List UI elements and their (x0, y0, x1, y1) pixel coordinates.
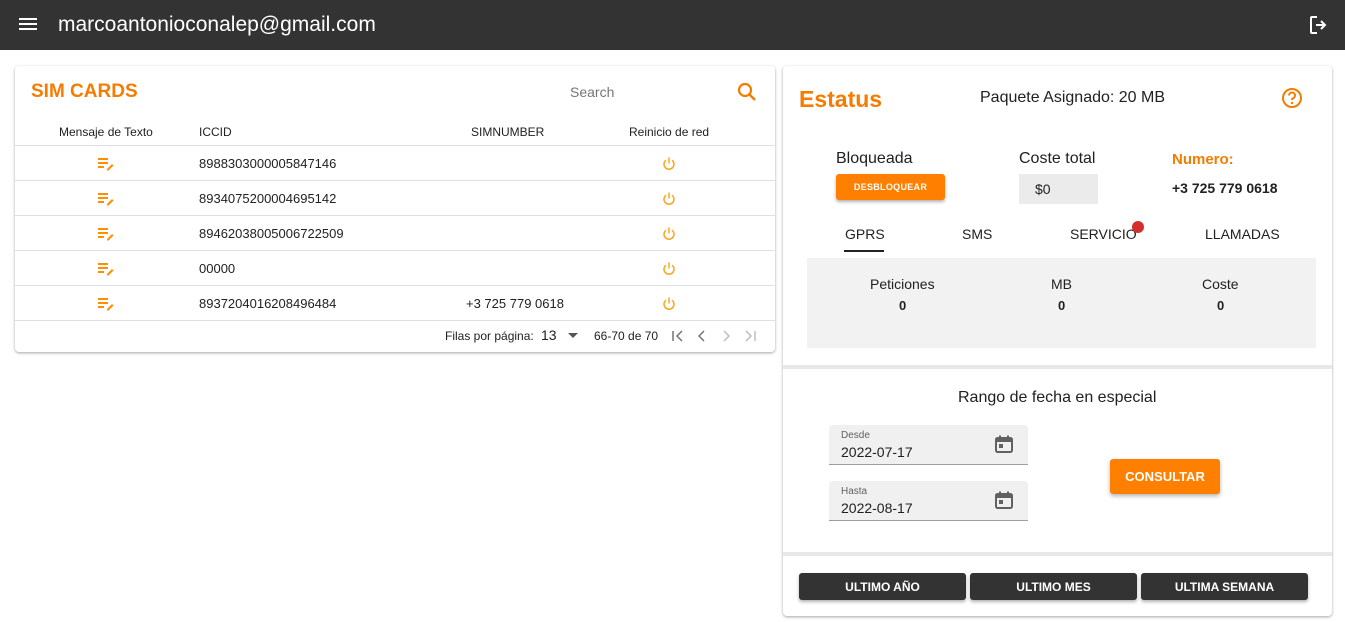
edit-note-icon[interactable] (98, 297, 114, 311)
total-cost-label: Coste total (1019, 150, 1096, 167)
unlock-button[interactable]: DESBLOQUEAR (836, 174, 945, 200)
to-date-input[interactable] (841, 499, 981, 517)
column-header-mensaje[interactable]: Mensaje de Texto (59, 125, 153, 139)
account-email: marcoantonioconalep@gmail.com (58, 13, 376, 36)
number-value: +3 725 779 0618 (1172, 180, 1278, 196)
rows-per-page-label: Filas por página: (445, 329, 534, 343)
stat-value-coste: 0 (1217, 298, 1225, 313)
edit-note-icon[interactable] (98, 227, 114, 241)
active-tab-indicator (844, 250, 884, 252)
iccid-cell: 00000 (199, 261, 236, 276)
last-week-button[interactable]: ULTIMA SEMANA (1141, 573, 1308, 600)
rows-per-page-value: 13 (541, 327, 557, 343)
sim-cards-title: SIM CARDS (31, 81, 138, 102)
from-date-label: Desde (841, 430, 870, 441)
first-page-icon[interactable] (670, 328, 686, 344)
section-divider (783, 552, 1332, 556)
edit-note-icon[interactable] (98, 192, 114, 206)
blocked-label: Bloqueada (836, 150, 913, 167)
tab-llamadas[interactable]: LLAMADAS (1205, 226, 1280, 242)
gprs-stats: Peticiones MB Coste 0 0 0 (807, 258, 1316, 348)
section-divider (783, 365, 1332, 369)
last-page-icon[interactable] (742, 328, 758, 344)
tab-servicio[interactable]: SERVICIO (1070, 226, 1137, 242)
power-reset-icon[interactable] (661, 156, 677, 172)
iccid-cell: 89462038005006722509 (199, 226, 344, 241)
date-range-title: Rango de fecha en especial (958, 389, 1157, 406)
edit-note-icon[interactable] (98, 262, 114, 276)
previous-page-icon[interactable] (694, 328, 710, 344)
tab-gprs[interactable]: GPRS (845, 226, 885, 242)
menu-icon[interactable] (17, 15, 39, 35)
power-reset-icon[interactable] (661, 296, 677, 312)
stat-value-peticiones: 0 (899, 298, 907, 313)
column-header-iccid[interactable]: ICCID (199, 125, 232, 139)
stat-header-mb: MB (1051, 276, 1072, 292)
search-input[interactable] (570, 80, 720, 104)
caret-down-icon (568, 333, 578, 338)
table-row: 00000 (15, 251, 775, 286)
assigned-package: Paquete Asignado: 20 MB (980, 89, 1166, 106)
from-date-input[interactable] (841, 443, 981, 461)
table-row: 8937204016208496484 +3 725 779 0618 (15, 286, 775, 321)
table-header: Mensaje de Texto ICCID SIMNUMBER Reinici… (15, 122, 775, 146)
iccid-cell: 8937204016208496484 (199, 296, 337, 311)
iccid-cell: 8934075200004695142 (199, 191, 337, 206)
from-date-field[interactable]: Desde (829, 425, 1028, 465)
pagination: Filas por página: 13 66-70 de 70 (15, 320, 775, 352)
column-header-simnumber[interactable]: SIMNUMBER (471, 125, 544, 139)
stat-header-coste: Coste (1202, 276, 1239, 292)
table-row: 8934075200004695142 (15, 181, 775, 216)
tab-sms[interactable]: SMS (962, 226, 992, 242)
power-reset-icon[interactable] (661, 191, 677, 207)
help-icon[interactable] (1281, 87, 1303, 109)
search-icon[interactable] (735, 80, 759, 104)
calendar-icon[interactable] (994, 490, 1014, 510)
total-cost-value: $0 (1019, 174, 1098, 204)
table-row: 8988303000005847146 (15, 146, 775, 181)
page-range: 66-70 de 70 (594, 329, 659, 343)
number-label: Numero: (1172, 151, 1234, 168)
rows-per-page-select[interactable]: 13 (541, 326, 585, 346)
power-reset-icon[interactable] (661, 226, 677, 242)
consult-button[interactable]: CONSULTAR (1110, 459, 1220, 494)
sim-cards-panel: SIM CARDS Mensaje de Texto ICCID SIMNUMB… (15, 66, 775, 352)
next-page-icon[interactable] (718, 328, 734, 344)
column-header-reinicio[interactable]: Reinicio de red (629, 125, 709, 139)
table-row: 89462038005006722509 (15, 216, 775, 251)
notification-badge (1132, 221, 1144, 233)
status-panel: Estatus Paquete Asignado: 20 MB Bloquead… (783, 66, 1332, 616)
stat-header-peticiones: Peticiones (870, 276, 935, 292)
to-date-field[interactable]: Hasta (829, 481, 1028, 521)
last-month-button[interactable]: ULTIMO MES (970, 573, 1137, 600)
iccid-cell: 8988303000005847146 (199, 156, 337, 171)
simnumber-cell: +3 725 779 0618 (466, 296, 564, 311)
power-reset-icon[interactable] (661, 261, 677, 277)
stat-value-mb: 0 (1058, 298, 1066, 313)
to-date-label: Hasta (841, 486, 868, 497)
status-title: Estatus (799, 86, 883, 112)
last-year-button[interactable]: ULTIMO AÑO (799, 573, 966, 600)
logout-icon[interactable] (1307, 13, 1331, 37)
app-bar: marcoantonioconalep@gmail.com (0, 0, 1345, 50)
edit-note-icon[interactable] (98, 157, 114, 171)
calendar-icon[interactable] (994, 434, 1014, 454)
